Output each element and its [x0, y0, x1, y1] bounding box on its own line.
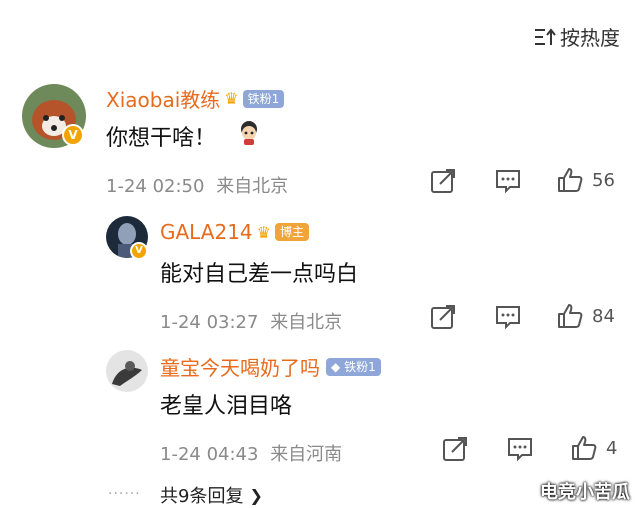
- thumbs-up-icon: [558, 168, 583, 192]
- fan-badge: 铁粉1: [242, 89, 285, 108]
- reply-time: 1-24 04:43: [160, 444, 259, 465]
- avatar[interactable]: [106, 350, 148, 392]
- comment-button[interactable]: [506, 436, 534, 462]
- chevron-right-icon: ❯: [249, 485, 263, 505]
- share-icon: [431, 305, 455, 329]
- like-button[interactable]: 84: [556, 302, 615, 330]
- crown-icon: ♛: [224, 89, 239, 108]
- watermark: 电竞小苦瓜: [540, 482, 630, 503]
- like-count: 84: [592, 305, 615, 327]
- verified-badge-icon: V: [130, 242, 148, 260]
- comment-button[interactable]: [494, 304, 522, 330]
- host-badge: 博主: [274, 223, 309, 241]
- reply-text: 能对自己差一点吗白: [160, 262, 359, 287]
- fan-badge: ◆ 铁粉1: [326, 357, 381, 376]
- comment-icon: [508, 438, 532, 462]
- reply-time: 1-24 03:27: [160, 312, 259, 333]
- sort-by-heat-button[interactable]: 按热度: [534, 22, 620, 51]
- crown-icon: ♛: [256, 222, 271, 242]
- comment-button[interactable]: [494, 168, 522, 194]
- like-count: 56: [592, 169, 615, 191]
- repost-button[interactable]: [430, 304, 458, 330]
- share-icon: [443, 437, 467, 461]
- reply-username[interactable]: GALA214: [160, 220, 253, 244]
- repost-button[interactable]: [430, 168, 458, 194]
- like-button[interactable]: 56: [556, 166, 615, 194]
- like-count: 4: [606, 437, 618, 459]
- reply-location: 来自北京: [270, 312, 343, 333]
- more-replies-label: 共9条回复: [160, 486, 244, 507]
- thumbs-up-icon: [558, 304, 583, 328]
- share-icon: [431, 169, 455, 193]
- reply-text: 老皇人泪目咯: [160, 394, 293, 419]
- reply-username[interactable]: 童宝今天喝奶了吗: [160, 352, 320, 381]
- comment-icon: [496, 306, 520, 330]
- ellipsis-icon: ······: [108, 486, 141, 502]
- thumbs-up-icon: [572, 436, 597, 460]
- diamond-icon: ◆: [331, 359, 341, 374]
- verified-badge-icon: V: [62, 124, 84, 146]
- sort-icon: [535, 27, 556, 45]
- view-more-replies-link[interactable]: 共9条回复 ❯: [160, 482, 263, 508]
- comment-time: 1-24 02:50: [106, 176, 205, 197]
- emoji-sticker-icon: [236, 120, 262, 146]
- reply-location: 来自河南: [270, 444, 343, 465]
- comment-username[interactable]: Xiaobai教练: [106, 84, 220, 113]
- sort-label: 按热度: [560, 26, 620, 50]
- comment-icon: [496, 170, 520, 194]
- comment-location: 来自北京: [216, 176, 289, 197]
- repost-button[interactable]: [442, 436, 470, 462]
- comment-text: 你想干啥！: [106, 126, 217, 151]
- fan-badge-label: 铁粉1: [344, 359, 376, 374]
- like-button[interactable]: 4: [570, 434, 617, 462]
